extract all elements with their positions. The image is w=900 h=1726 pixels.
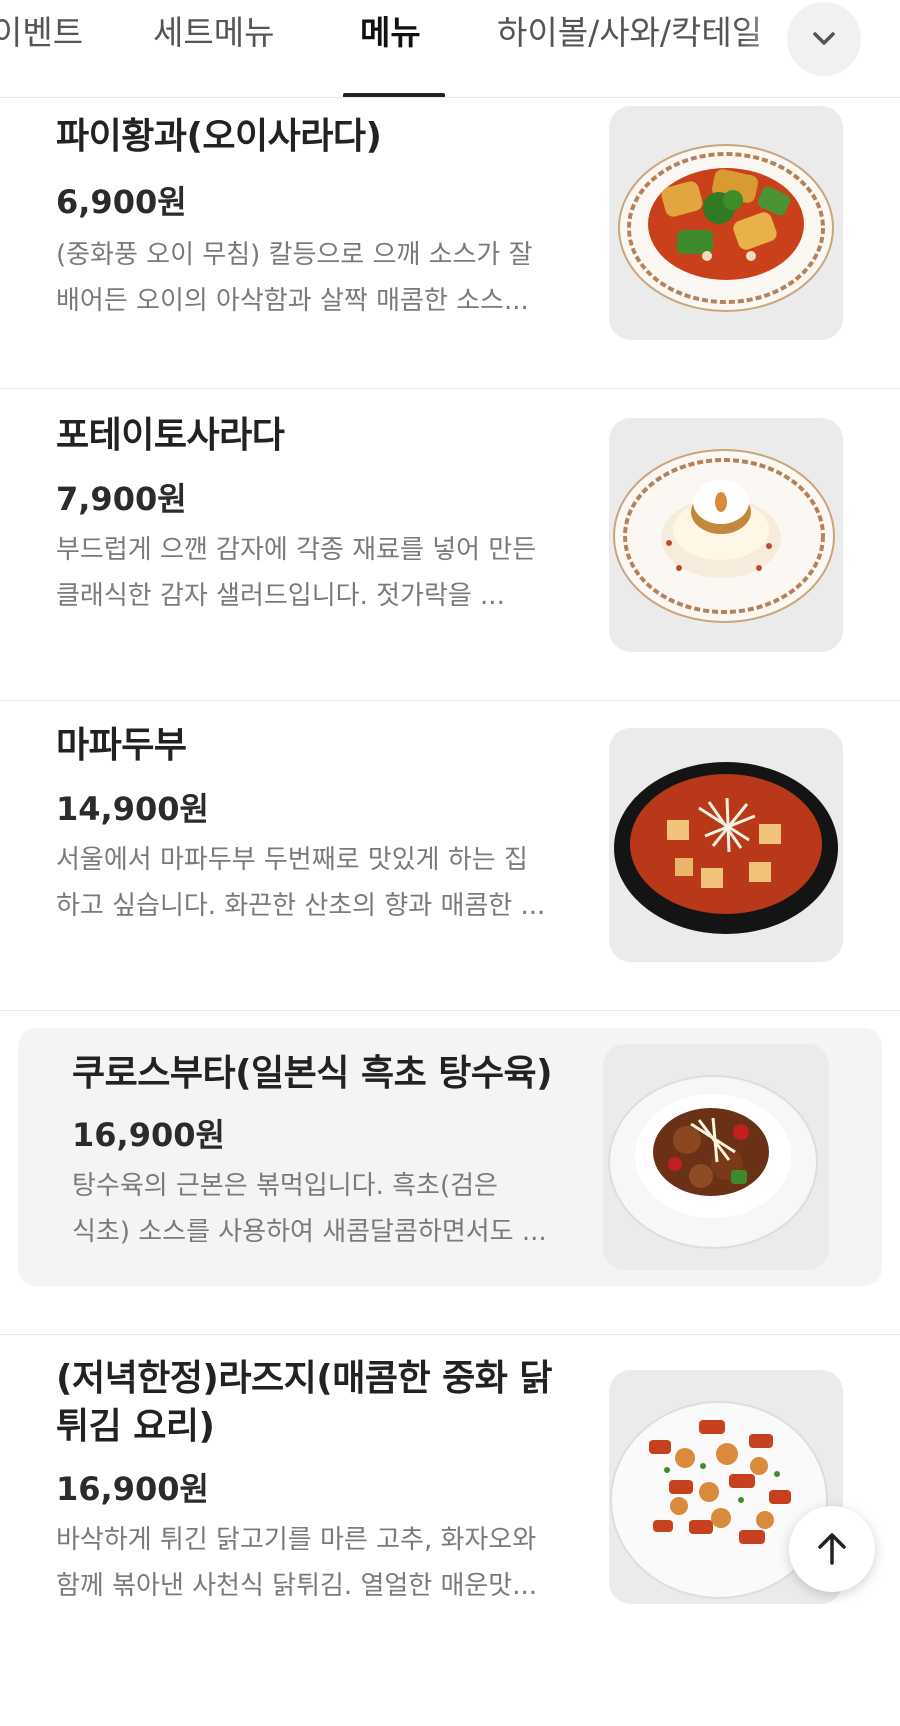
menu-item-name: (저녁한정)라즈지(매콤한 중화 닭 튀김 요리) (56, 1358, 553, 1447)
black-vinegar-pork-dish (603, 1044, 829, 1270)
menu-item-price: 14,900원 (56, 790, 209, 828)
potato-salad-dish (609, 418, 843, 652)
menu-item[interactable]: 포테이토사라다 7,900원 부드럽게 으깬 감자에 각종 재료를 넣어 만든 … (0, 389, 900, 700)
menu-item-description: 부드럽게 으깬 감자에 각종 재료를 넣어 만든 클래식한 감자 샐러드입니다.… (56, 535, 537, 611)
menu-item-name: 마파두부 (56, 725, 187, 766)
menu-item-description: 서울에서 마파두부 두번째로 맛있게 하는 집 하고 싶습니다. 화끈한 산초의… (56, 845, 546, 921)
scroll-to-top-button[interactable] (789, 1506, 875, 1592)
menu-item[interactable]: (저녁한정)라즈지(매콤한 중화 닭 튀김 요리) 16,900원 바삭하게 튀… (0, 1335, 900, 1726)
menu-item-price: 6,900원 (56, 183, 187, 221)
mapo-tofu-dish (609, 728, 843, 962)
tab-event[interactable]: 이벤트 (0, 8, 83, 58)
menu-item-description: 탕수육의 근본은 볶먹입니다. 흑초(검은 식초) 소스를 사용하여 새콤달콤하… (72, 1171, 547, 1247)
arrow-up-icon (818, 1533, 846, 1565)
tab-highball-sour-cocktail[interactable]: 하이볼/사와/칵테일 (497, 8, 762, 58)
chevron-down-icon (813, 32, 835, 45)
menu-item-price: 7,900원 (56, 480, 187, 518)
menu-item-name: 쿠로스부타(일본식 흑초 탕수육) (72, 1053, 553, 1094)
menu-item-price: 16,900원 (56, 1470, 209, 1508)
tab-set-menu[interactable]: 세트메뉴 (153, 8, 274, 58)
menu-item-description: (중화풍 오이 무침) 칼등으로 으깨 소스가 잘 배어든 오이의 아삭함과 살… (56, 240, 533, 316)
menu-item-name: 포테이토사라다 (56, 415, 285, 456)
menu-item-image (603, 1044, 829, 1270)
category-tab-bar: 이벤트 세트메뉴 메뉴 하이볼/사와/칵테일 (0, 0, 900, 98)
menu-item-price: 16,900원 (72, 1116, 225, 1154)
menu-item-description: 바삭하게 튀긴 닭고기를 마른 고추, 화자오와 함께 볶아낸 사천식 닭튀김.… (56, 1525, 538, 1601)
menu-item-image (609, 106, 843, 340)
menu-item-image (609, 418, 843, 652)
menu-item[interactable]: 쿠로스부타(일본식 흑초 탕수육) 16,900원 탕수육의 근본은 볶먹입니다… (0, 1011, 900, 1334)
expand-tabs-button[interactable] (787, 2, 861, 76)
menu-item-name: 파이황과(오이사라다) (56, 116, 382, 157)
menu-item[interactable]: 마파두부 14,900원 서울에서 마파두부 두번째로 맛있게 하는 집 하고 … (0, 701, 900, 1010)
menu-item[interactable]: 파이황과(오이사라다) 6,900원 (중화풍 오이 무침) 칼등으로 으깨 소… (0, 98, 900, 388)
cucumber-salad-dish (609, 106, 843, 340)
tab-menu[interactable]: 메뉴 (360, 8, 421, 58)
menu-item-image (609, 728, 843, 962)
